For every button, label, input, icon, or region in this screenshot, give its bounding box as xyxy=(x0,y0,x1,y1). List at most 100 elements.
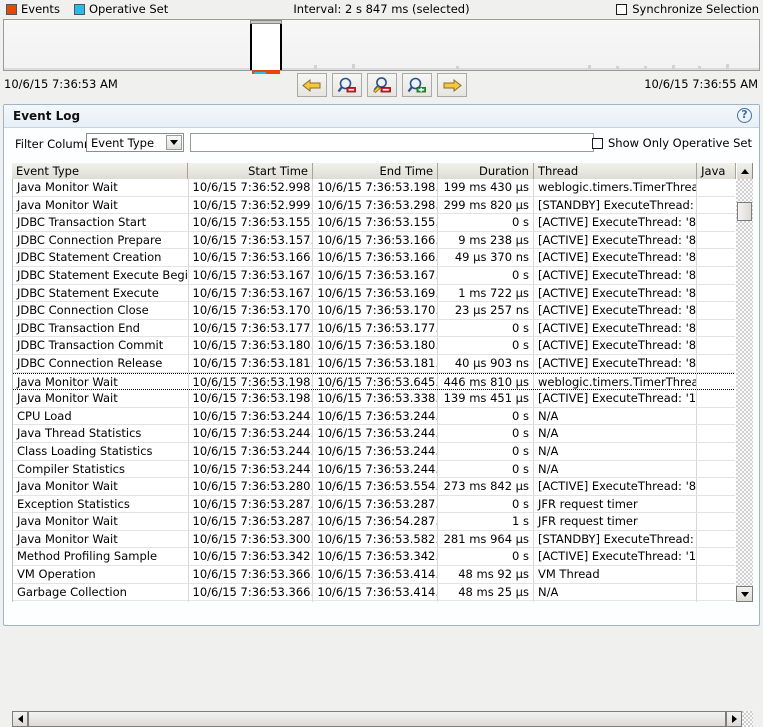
synchronize-selection-checkbox[interactable] xyxy=(616,3,628,15)
column-header-start-time[interactable]: Start Time xyxy=(188,163,313,180)
synchronize-selection-control[interactable]: Synchronize Selection xyxy=(616,2,759,16)
table-row[interactable]: Compiler Statistics 10/6/15 7:36:53.244… 1… xyxy=(13,460,736,479)
show-only-operative-set-control[interactable]: Show Only Operative Set xyxy=(591,136,752,150)
cell-end_time: 10/6/15 7:36:53.167… xyxy=(313,266,439,284)
table-row[interactable]: Java Thread Statistics 10/6/15 7:36:53.24… xyxy=(13,425,736,443)
table-row[interactable]: CPU Load 10/6/15 7:36:53.244… 10/6/15 7:36… xyxy=(13,407,736,426)
table-row[interactable]: Garbage Collection 10/6/15 7:36:53.366… 10… xyxy=(13,583,736,602)
cell-thread: JFR request timer xyxy=(534,513,697,530)
cell-thread: [ACTIVE] ExecuteThread: '8' fo… xyxy=(534,266,697,284)
table-row[interactable]: Java Monitor Wait 10/6/15 7:36:53.280… 10/… xyxy=(13,478,736,496)
cell-end_time: 10/6/15 7:36:53.414… xyxy=(313,601,439,602)
table-row[interactable]: Method Profiling Sample 10/6/15 7:36:53.3… xyxy=(13,548,736,567)
timeline-selection-handle[interactable] xyxy=(250,20,282,24)
column-header-duration[interactable]: Duration xyxy=(438,163,534,180)
scroll-left-button[interactable] xyxy=(12,711,28,727)
table-row[interactable]: JDBC Transaction Commit 10/6/15 7:36:53.1… xyxy=(13,337,736,355)
cell-start_time: 10/6/15 7:36:53.198… xyxy=(189,373,314,390)
table-row[interactable]: JDBC Connection Prepare 10/6/15 7:36:53.1… xyxy=(13,231,736,250)
cell-thread: [ACTIVE] ExecuteThread: '8' fo… xyxy=(534,249,697,266)
cell-java xyxy=(697,443,736,460)
pan-right-button[interactable] xyxy=(436,73,467,97)
cell-thread: VM Thread xyxy=(534,566,697,583)
table-row[interactable]: Young Garbage Collection10/6/15 7:36:53.… xyxy=(13,601,736,602)
cell-end_time: 10/6/15 7:36:53.166… xyxy=(313,231,439,249)
cell-start_time: 10/6/15 7:36:53.300… xyxy=(189,530,314,548)
timeline-overview-graph[interactable] xyxy=(3,19,760,74)
table-row[interactable]: JDBC Statement Execute Begin 10/6/15 7:36… xyxy=(13,266,736,285)
vertical-scrollbar[interactable] xyxy=(735,179,753,602)
table-row[interactable]: Java Monitor Wait 10/6/15 7:36:53.287… 10/… xyxy=(13,513,736,531)
cell-duration: 1 ms 722 µs xyxy=(438,284,534,302)
table-row[interactable]: JDBC Transaction End 10/6/15 7:36:53.177…… xyxy=(13,319,736,338)
table-row[interactable]: Java Monitor Wait 10/6/15 7:36:53.198… 10/… xyxy=(13,390,736,408)
cell-end_time: 10/6/15 7:36:53.169… xyxy=(313,284,439,302)
table-row[interactable]: JDBC Statement Creation 10/6/15 7:36:53.1… xyxy=(13,249,736,267)
cell-event_type: Java Monitor Wait xyxy=(13,478,189,495)
timeline-tick xyxy=(672,65,675,69)
cell-java xyxy=(697,390,736,407)
event-log-panel: Event Log ? Filter Column Event Type Sho… xyxy=(3,104,760,727)
chevron-down-icon[interactable] xyxy=(166,135,182,150)
column-header-end-time[interactable]: End Time xyxy=(313,163,439,180)
cell-end_time: 10/6/15 7:36:53.155… xyxy=(313,214,439,231)
sort-ascending-icon[interactable] xyxy=(736,163,754,180)
cell-duration: 273 ms 842 µs xyxy=(438,478,534,495)
pan-left-button[interactable] xyxy=(296,73,327,97)
cell-java xyxy=(697,214,736,231)
scroll-right-button[interactable] xyxy=(726,711,742,727)
table-row[interactable]: Class Loading Statistics 10/6/15 7:36:53.… xyxy=(13,442,736,461)
cell-start_time: 10/6/15 7:36:53.181… xyxy=(189,354,314,372)
cell-start_time: 10/6/15 7:36:53.366… xyxy=(189,583,314,601)
scroll-down-button[interactable] xyxy=(736,586,753,602)
cell-start_time: 10/6/15 7:36:53.366… xyxy=(189,566,314,583)
table-row[interactable]: Java Monitor Wait 10/6/15 7:36:53.198… 10/… xyxy=(13,372,736,391)
table-row[interactable]: Java Monitor Wait 10/6/15 7:36:52.998… 10/… xyxy=(13,179,736,197)
vertical-scrollbar-thumb[interactable] xyxy=(737,202,752,221)
help-icon[interactable]: ? xyxy=(737,108,752,123)
column-header-java[interactable]: Java xyxy=(697,163,737,180)
cell-event_type: Java Monitor Wait xyxy=(13,196,189,214)
table-row[interactable]: VM Operation 10/6/15 7:36:53.366… 10/6/15 … xyxy=(13,566,736,584)
filter-column-label: Filter Column xyxy=(15,137,92,151)
table-row[interactable]: Java Monitor Wait 10/6/15 7:36:52.999… 10/… xyxy=(13,196,736,215)
timeline-selection-range[interactable] xyxy=(250,20,282,70)
column-header-event-type[interactable]: Event Type xyxy=(12,163,188,180)
cell-thread: [ACTIVE] ExecuteThread: '8' fo… xyxy=(534,284,697,302)
horizontal-scrollbar[interactable] xyxy=(12,711,753,727)
table-row[interactable]: JDBC Connection Close 10/6/15 7:36:53.170… xyxy=(13,302,736,320)
cell-start_time: 10/6/15 7:36:53.198… xyxy=(189,390,314,407)
show-only-operative-set-checkbox[interactable] xyxy=(591,137,603,149)
column-header-thread[interactable]: Thread xyxy=(534,163,698,180)
table-row[interactable]: JDBC Statement Execute 10/6/15 7:36:53.16… xyxy=(13,284,736,303)
cell-thread: weblogic.timers.TimerThread xyxy=(534,179,697,196)
filter-text-input[interactable] xyxy=(190,133,594,152)
zoom-in-button[interactable] xyxy=(401,73,432,97)
cell-thread: N/A xyxy=(534,601,697,602)
cell-java xyxy=(697,232,736,249)
table-row[interactable]: Exception Statistics 10/6/15 7:36:53.287…… xyxy=(13,495,736,514)
table-row[interactable]: JDBC Transaction Start 10/6/15 7:36:53.15… xyxy=(13,214,736,232)
cell-duration: 299 ms 820 µs xyxy=(438,196,534,214)
horizontal-scrollbar-thumb[interactable] xyxy=(28,711,726,727)
cell-event_type: JDBC Connection Close xyxy=(13,302,189,319)
cell-start_time: 10/6/15 7:36:52.998… xyxy=(189,179,314,196)
cell-end_time: 10/6/15 7:36:53.582… xyxy=(313,530,439,548)
cell-duration: 0 s xyxy=(438,337,534,354)
cell-duration: 48 ms 25 µs xyxy=(438,601,534,602)
cell-start_time: 10/6/15 7:36:53.287… xyxy=(189,513,314,530)
filter-column-select[interactable]: Event Type xyxy=(86,133,184,152)
cell-java xyxy=(697,320,736,337)
zoom-selection-button[interactable] xyxy=(366,73,397,97)
cell-start_time: 10/6/15 7:36:53.244… xyxy=(189,460,314,478)
table-row[interactable]: JDBC Connection Release 10/6/15 7:36:53.1… xyxy=(13,354,736,373)
cell-thread: [ACTIVE] ExecuteThread: '8' fo… xyxy=(534,214,697,231)
zoom-out-button[interactable] xyxy=(331,73,362,97)
cell-thread: [ACTIVE] ExecuteThread: '8' fo… xyxy=(534,319,697,337)
filter-row: Filter Column Event Type Show Only Opera… xyxy=(4,131,759,157)
event-log-header: Event Log ? xyxy=(4,105,759,128)
table-row[interactable]: Java Monitor Wait 10/6/15 7:36:53.300… 10/… xyxy=(13,530,736,549)
page-title: Event Log xyxy=(13,109,81,123)
cell-end_time: 10/6/15 7:36:53.166… xyxy=(313,249,439,266)
cell-event_type: Compiler Statistics xyxy=(13,460,189,478)
